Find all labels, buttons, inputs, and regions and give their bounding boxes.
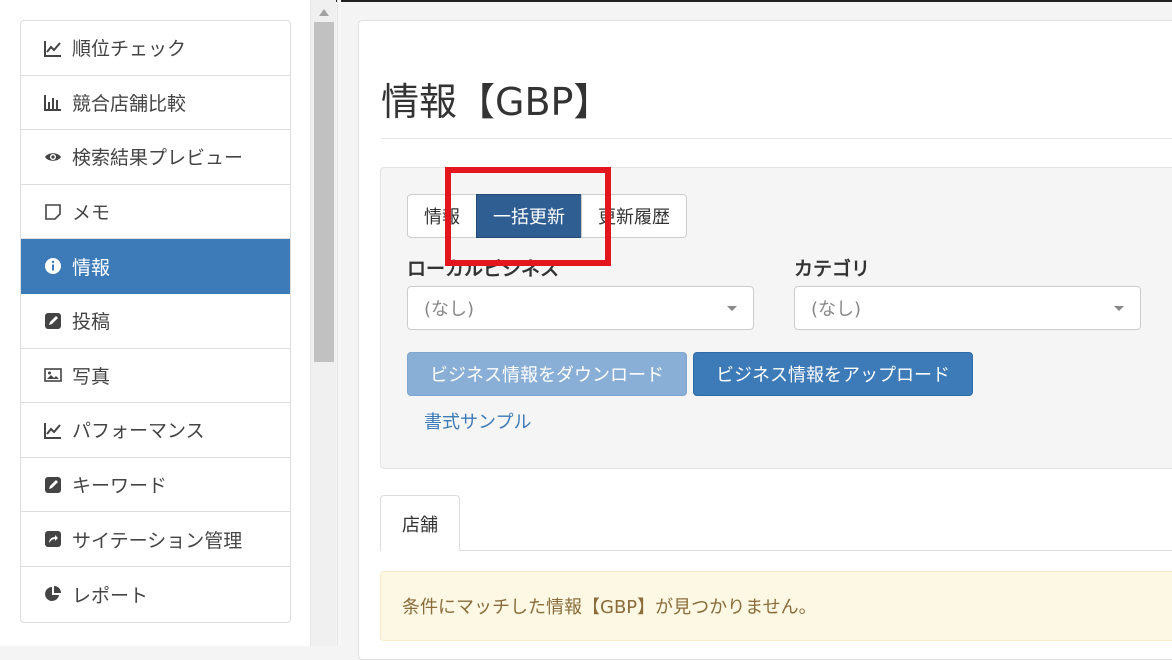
sidebar-scrollbar[interactable] [310,0,336,646]
chevron-down-icon [1114,306,1124,311]
local-business-value: (なし) [424,299,475,320]
tab-stores[interactable]: 店舗 [380,495,460,551]
scrollbar-thumb[interactable] [314,22,334,362]
sidebar-item-label: メモ [72,202,111,225]
sidebar-item-label: レポート [72,584,149,607]
main-panel: 情報【GBP】 情報 一括更新 更新履歴 ローカルビジネス (なし) カテゴリ … [358,20,1172,660]
sidebar-item-performance[interactable]: パフォーマンス [21,403,290,458]
sidebar-item-citation[interactable]: サイテーション管理 [21,512,290,567]
sidebar-item-rank-check[interactable]: 順位チェック [21,21,290,76]
sidebar-item-label: 投稿 [72,311,111,334]
sidebar-item-label: 情報 [72,256,111,279]
format-sample-link[interactable]: 書式サンプル [424,408,531,434]
sidebar-item-label: 順位チェック [72,38,187,61]
category-value: (なし) [811,299,862,320]
sidebar-item-label: 写真 [72,365,111,388]
pie-chart-icon [43,584,63,604]
annotation-highlight-box [445,167,611,266]
sticky-note-icon [43,202,63,222]
divider [381,138,1172,139]
sidebar-item-label: パフォーマンス [72,420,205,443]
bar-chart-icon [43,92,63,112]
local-business-select[interactable]: (なし) [407,286,754,330]
scroll-up-arrow-icon[interactable] [311,4,337,20]
chevron-down-icon [727,306,737,311]
line-chart-icon [43,38,63,58]
share-icon [43,529,63,549]
sidebar-item-photos[interactable]: 写真 [21,349,290,404]
sidebar-item-memo[interactable]: メモ [21,185,290,240]
sidebar-item-info[interactable]: 情報 [21,239,290,294]
upload-business-info-button[interactable]: ビジネス情報をアップロード [693,352,973,396]
download-business-info-button[interactable]: ビジネス情報をダウンロード [407,352,687,396]
sidebar-item-label: サイテーション管理 [72,529,243,552]
category-label: カテゴリ [794,258,871,280]
line-chart-icon [43,420,63,440]
gutter [337,0,341,646]
info-circle-icon [43,256,63,276]
edit-icon [43,475,63,495]
page-title: 情報【GBP】 [381,80,612,124]
sidebar-item-label: 競合店舗比較 [72,92,187,115]
sidebar-item-label: キーワード [72,475,168,498]
tab-divider [460,550,1172,551]
sidebar-nav: 順位チェック 競合店舗比較 検索結果プレビュー メモ 情報 投稿 写真 パフォー… [20,20,291,623]
edit-icon [43,311,63,331]
sidebar-item-label: 検索結果プレビュー [72,147,244,170]
sidebar-item-search-preview[interactable]: 検索結果プレビュー [21,130,290,185]
sidebar-item-report[interactable]: レポート [21,567,290,622]
sidebar: 順位チェック 競合店舗比較 検索結果プレビュー メモ 情報 投稿 写真 パフォー… [0,0,310,646]
no-results-alert: 条件にマッチした情報【GBP】が見つかりません。 [380,571,1172,641]
sidebar-item-posts[interactable]: 投稿 [21,294,290,349]
image-icon [43,365,63,385]
sidebar-item-competitor-compare[interactable]: 競合店舗比較 [21,76,290,131]
sidebar-item-keywords[interactable]: キーワード [21,458,290,513]
category-select[interactable]: (なし) [794,286,1141,330]
eye-icon [43,147,63,167]
